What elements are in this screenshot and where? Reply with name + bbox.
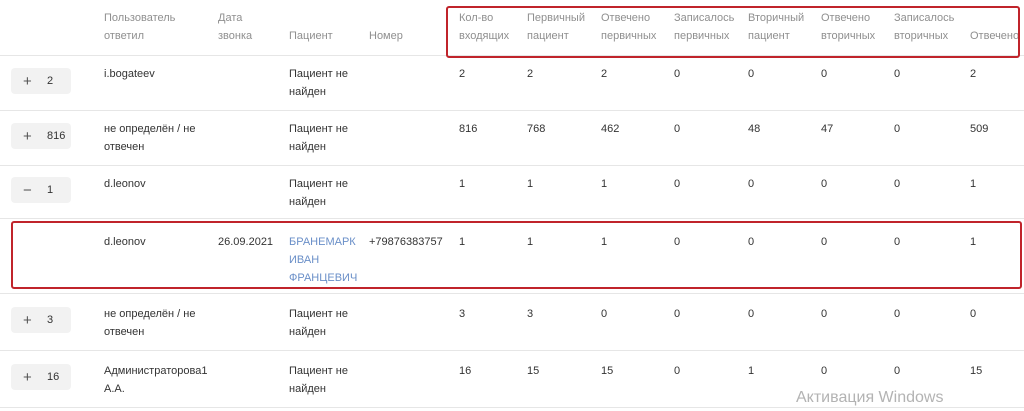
cell-secondary: 48 (748, 123, 761, 135)
cell-user: не определён / не отвечен (104, 123, 196, 153)
cell-patient: Пациент не найден (289, 178, 348, 208)
cell-incoming: 2 (459, 68, 466, 80)
cell-booked-primary: 0 (674, 178, 681, 190)
header-metrics-highlight (446, 6, 1020, 58)
header-number[interactable]: Номер (369, 27, 403, 45)
cell-user: не определён / не отвечен (104, 308, 196, 338)
expand-button[interactable]: + 3 (11, 307, 71, 333)
cell-primary: 768 (527, 123, 546, 135)
cell-incoming: 816 (459, 123, 478, 135)
detail-row-highlight (11, 221, 1022, 289)
cell-answered-primary: 2 (601, 68, 608, 80)
plus-icon: + (23, 72, 32, 90)
group-count: 16 (47, 371, 60, 383)
cell-secondary: 0 (748, 68, 755, 80)
plus-icon: + (23, 127, 32, 145)
cell-answered-primary: 15 (601, 365, 614, 377)
cell-booked-primary: 0 (674, 68, 681, 80)
cell-primary: 3 (527, 308, 534, 320)
cell-primary: 2 (527, 68, 534, 80)
cell-booked-primary: 0 (674, 123, 681, 135)
cell-primary: 15 (527, 365, 540, 377)
cell-answered: 0 (970, 308, 977, 320)
cell-answered-secondary: 0 (821, 308, 828, 320)
cell-user: Администраторова1 А.А. (104, 365, 208, 395)
plus-icon: + (23, 368, 32, 386)
cell-booked-secondary: 0 (894, 68, 901, 80)
cell-incoming: 16 (459, 365, 472, 377)
plus-icon: + (23, 311, 32, 329)
cell-secondary: 0 (748, 178, 755, 190)
cell-answered-secondary: 0 (821, 178, 828, 190)
cell-patient: Пациент не найден (289, 308, 348, 338)
cell-user: i.bogateev (104, 68, 155, 80)
cell-answered-secondary: 0 (821, 365, 828, 377)
cell-primary: 1 (527, 178, 534, 190)
expand-button[interactable]: + 2 (11, 68, 71, 94)
cell-booked-secondary: 0 (894, 178, 901, 190)
table-row[interactable]: + 3 не определён / не отвечен Пациент не… (0, 294, 1024, 351)
cell-secondary: 0 (748, 308, 755, 320)
header-user-answered[interactable]: Пользователь ответил (104, 9, 175, 45)
cell-patient: Пациент не найден (289, 123, 348, 153)
group-count: 2 (47, 75, 54, 87)
cell-answered: 15 (970, 365, 983, 377)
cell-booked-secondary: 0 (894, 123, 901, 135)
expand-button[interactable]: + 16 (11, 364, 71, 390)
group-count: 1 (47, 184, 54, 196)
group-count: 3 (47, 314, 54, 326)
expand-button[interactable]: + 816 (11, 123, 71, 149)
windows-activation-watermark: Активация Windows (796, 389, 944, 406)
table-row[interactable]: − 1 d.leonov Пациент не найден 1 1 1 0 0… (0, 166, 1024, 219)
cell-booked-secondary: 0 (894, 365, 901, 377)
cell-answered-secondary: 47 (821, 123, 834, 135)
cell-user: d.leonov (104, 178, 146, 190)
cell-answered-primary: 0 (601, 308, 608, 320)
cell-answered-secondary: 0 (821, 68, 828, 80)
cell-answered-primary: 1 (601, 178, 608, 190)
group-count: 816 (47, 130, 66, 142)
cell-incoming: 1 (459, 178, 466, 190)
cell-patient: Пациент не найден (289, 68, 348, 98)
cell-secondary: 1 (748, 365, 755, 377)
cell-answered: 2 (970, 68, 977, 80)
cell-incoming: 3 (459, 308, 466, 320)
cell-answered: 1 (970, 178, 977, 190)
cell-answered: 509 (970, 123, 989, 135)
header-call-date[interactable]: Дата звонка (218, 9, 252, 45)
table-row[interactable]: + 2 i.bogateev Пациент не найден 2 2 2 0… (0, 56, 1024, 111)
cell-booked-primary: 0 (674, 365, 681, 377)
cell-answered-primary: 462 (601, 123, 620, 135)
header-patient[interactable]: Пациент (289, 27, 333, 45)
cell-booked-primary: 0 (674, 308, 681, 320)
table-row[interactable]: + 816 не определён / не отвечен Пациент … (0, 111, 1024, 166)
cell-booked-secondary: 0 (894, 308, 901, 320)
minus-icon: − (23, 181, 32, 199)
collapse-button[interactable]: − 1 (11, 177, 71, 203)
cell-patient: Пациент не найден (289, 365, 348, 395)
